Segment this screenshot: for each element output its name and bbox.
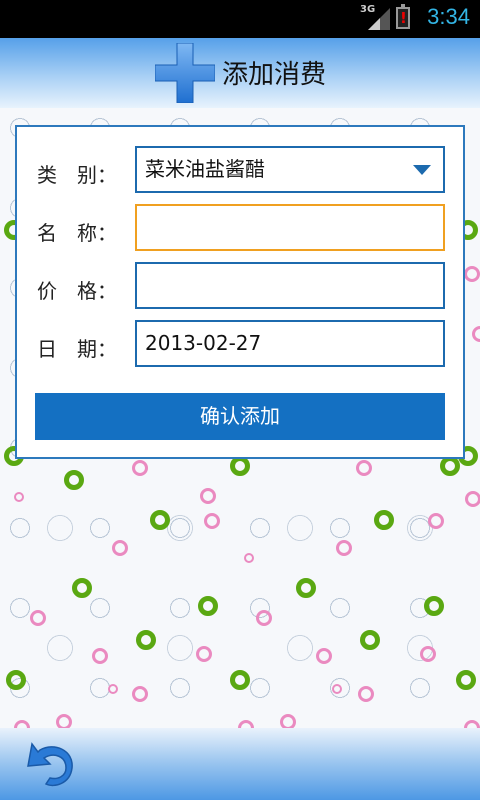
- add-expense-form: 类 别： 菜米油盐酱醋 名 称： 价 格： 日 期： 2013-02-27 确认…: [15, 125, 465, 459]
- flower-decoration: [296, 578, 316, 598]
- battery-alert: !: [400, 9, 407, 27]
- signal-icon: [368, 8, 390, 30]
- flower-decoration: [6, 670, 26, 690]
- flower-decoration: [244, 553, 254, 563]
- flower-decoration: [92, 648, 108, 664]
- flower-decoration: [72, 578, 92, 598]
- flower-decoration: [230, 670, 250, 690]
- flower-decoration: [230, 456, 250, 476]
- flower-decoration: [465, 491, 480, 507]
- category-select[interactable]: 菜米油盐酱醋: [135, 146, 445, 193]
- flower-decoration: [440, 456, 460, 476]
- status-bar: 3G ! 3:34: [0, 0, 480, 38]
- flower-decoration: [198, 596, 218, 616]
- flower-decoration: [356, 460, 372, 476]
- page-title: 添加消费: [222, 60, 327, 90]
- flower-decoration: [374, 510, 394, 530]
- flower-decoration: [336, 540, 352, 556]
- flower-decoration: [108, 684, 118, 694]
- flower-decoration: [360, 630, 380, 650]
- undo-arrow-icon[interactable]: [24, 740, 78, 790]
- category-label: 类 别：: [37, 163, 117, 187]
- date-input[interactable]: 2013-02-27: [135, 320, 445, 367]
- flower-decoration: [332, 684, 342, 694]
- flower-decoration: [200, 488, 216, 504]
- flower-decoration: [456, 670, 476, 690]
- flower-decoration: [424, 596, 444, 616]
- flower-decoration: [150, 510, 170, 530]
- category-value: 菜米油盐酱醋: [145, 157, 265, 181]
- flower-decoration: [316, 648, 332, 664]
- confirm-add-button[interactable]: 确认添加: [35, 393, 445, 440]
- flower-decoration: [472, 326, 480, 342]
- flower-decoration: [112, 540, 128, 556]
- flower-decoration: [204, 513, 220, 529]
- battery-icon: !: [396, 4, 410, 29]
- flower-decoration: [30, 610, 46, 626]
- flower-decoration: [464, 266, 480, 282]
- name-label: 名 称：: [37, 221, 117, 245]
- flower-decoration: [132, 686, 148, 702]
- flower-decoration: [196, 646, 212, 662]
- flower-decoration: [420, 646, 436, 662]
- bottom-bar: [0, 728, 480, 800]
- flower-decoration: [136, 630, 156, 650]
- date-label: 日 期：: [37, 337, 117, 361]
- flower-decoration: [132, 460, 148, 476]
- flower-decoration: [64, 470, 84, 490]
- flower-decoration: [428, 513, 444, 529]
- plus-icon: [155, 43, 215, 103]
- flower-decoration: [14, 492, 24, 502]
- name-input[interactable]: [135, 204, 445, 251]
- chevron-down-icon: [413, 165, 431, 175]
- flower-decoration: [256, 610, 272, 626]
- header: 添加消费: [0, 38, 480, 108]
- flower-decoration: [358, 686, 374, 702]
- clock: 3:34: [427, 4, 470, 29]
- price-input[interactable]: [135, 262, 445, 309]
- price-label: 价 格：: [37, 279, 117, 303]
